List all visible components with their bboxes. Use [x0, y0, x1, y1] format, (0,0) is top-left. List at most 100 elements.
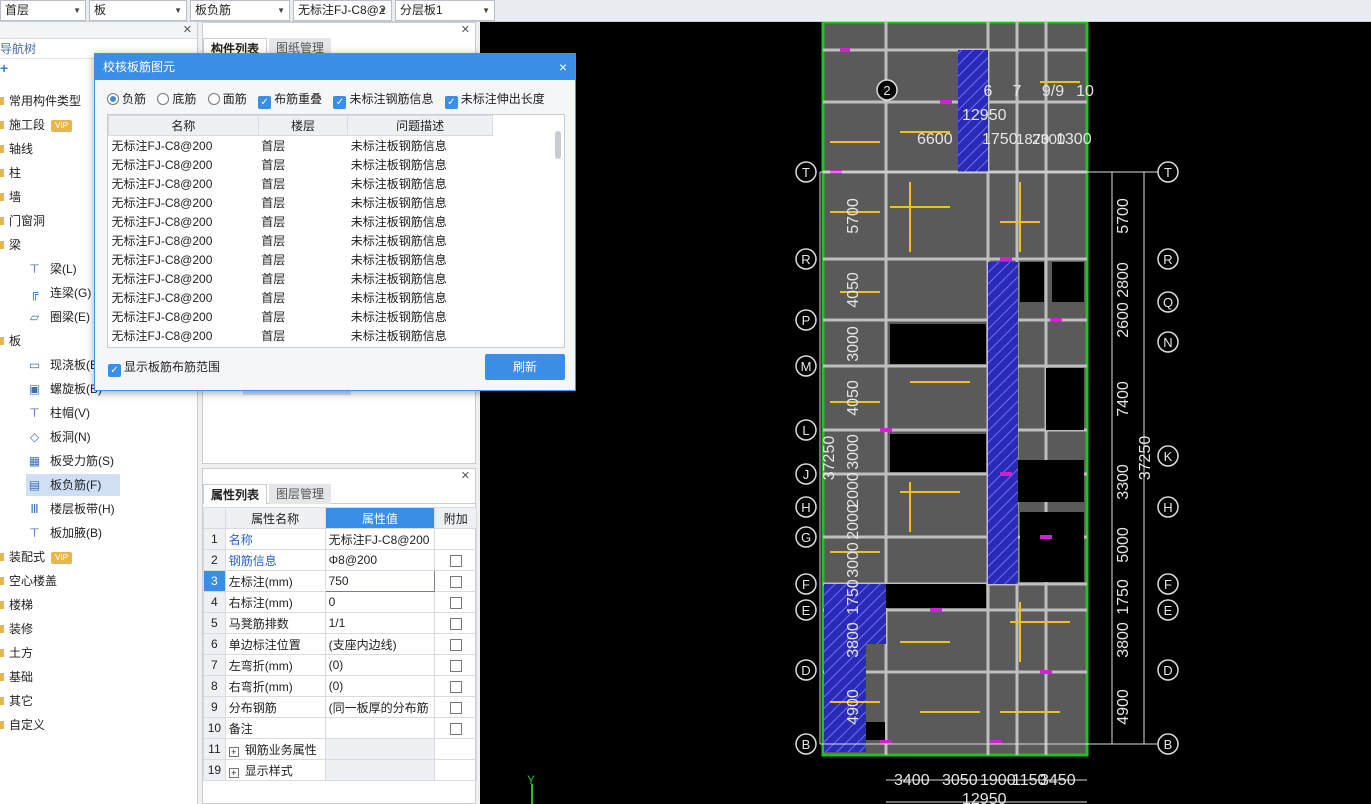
slab-haunch-icon: ⊤	[29, 526, 40, 540]
refresh-button[interactable]: 刷新	[485, 354, 565, 380]
nav-sub-beam[interactable]: ⊤ 梁(L)	[26, 258, 76, 280]
property-group-display-style[interactable]: + 显示样式	[224, 759, 326, 781]
cell-floor: 首层	[261, 328, 286, 343]
extra-checkbox[interactable]	[449, 617, 462, 630]
nav-item-stairs[interactable]: 楼梯	[0, 594, 33, 616]
table-row[interactable]: 无标注FJ-C8@200 首层 未标注板钢筋信息	[109, 136, 493, 155]
extra-checkbox[interactable]	[449, 680, 462, 693]
checkbox-label: 布筋重叠	[274, 92, 323, 106]
property-value	[324, 759, 436, 781]
check-show-rebar-range[interactable]: ✓ 显示板筋布筋范围	[108, 359, 220, 377]
nav-sub-floor-slab-strip[interactable]: Ⅲ 楼层板带(H)	[26, 498, 114, 520]
nav-item-custom[interactable]: 自定义	[0, 714, 45, 736]
type-select[interactable]: 板负筋 ▼	[190, 0, 290, 21]
floor-select[interactable]: 首层 ▼	[0, 0, 86, 21]
close-icon[interactable]: ✕	[183, 23, 192, 36]
expand-icon[interactable]: +	[228, 746, 239, 757]
table-row[interactable]: 无标注FJ-C8@200 首层 未标注板钢筋信息	[109, 231, 493, 250]
property-value[interactable]: (0)	[324, 675, 436, 697]
cell-issue: 未标注板钢筋信息	[350, 157, 447, 172]
extra-checkbox[interactable]	[449, 701, 462, 714]
filter-options: 负筋 底筋 面筋 ✓ 布筋重叠 ✓ 未标注钢筋信息 ✓ 未标注伸出长度	[107, 90, 553, 109]
nav-sub-slab-negative-rebar[interactable]: ▤ 板负筋(F)	[26, 474, 120, 496]
extra-checkbox[interactable]	[449, 722, 462, 735]
radio-top-rebar[interactable]: 面筋	[207, 90, 247, 108]
dimension-label: 3400	[894, 772, 930, 789]
expand-icon[interactable]: +	[228, 767, 239, 778]
row-number: 9	[203, 696, 226, 718]
extra-checkbox[interactable]	[449, 575, 462, 588]
property-value[interactable]: (0)	[324, 654, 436, 676]
property-value[interactable]: Φ8@200	[324, 549, 436, 571]
issue-list[interactable]: 名称 楼层 问题描述 无标注FJ-C8@200 首层 未标注板钢筋信息 无标注FJ-…	[107, 114, 565, 348]
nav-item-beam[interactable]: 梁	[0, 234, 21, 256]
close-icon[interactable]: ×	[559, 54, 567, 80]
check-rebar-overlap[interactable]: ✓ 布筋重叠	[258, 90, 322, 109]
tab-layer-management[interactable]: 图层管理	[269, 484, 332, 504]
close-icon[interactable]: ✕	[461, 469, 470, 482]
nav-item-earthwork[interactable]: 土方	[0, 642, 33, 664]
list-scrollbar[interactable]	[555, 131, 561, 159]
close-icon[interactable]: ✕	[461, 23, 470, 36]
nav-item-column[interactable]: 柱	[0, 162, 21, 184]
tab-property-list[interactable]: 属性列表	[203, 484, 268, 504]
dimension-label: 2000	[845, 504, 862, 540]
nav-sub-spiral-slab[interactable]: ▣ 螺旋板(B)	[26, 378, 102, 400]
layer-select[interactable]: 分层板1 ▼	[395, 0, 495, 21]
folder-icon	[0, 697, 4, 705]
nav-sub-column-cap[interactable]: ⊤ 柱帽(V)	[26, 402, 90, 424]
extra-checkbox[interactable]	[449, 638, 462, 651]
nav-item-door-window[interactable]: 门窗洞	[0, 210, 45, 232]
component-select[interactable]: 无标注FJ-C8@2 ▼	[293, 0, 392, 21]
nav-sub-ring-beam[interactable]: ▱ 圈梁(E)	[26, 306, 90, 328]
nav-item-slab[interactable]: 板	[0, 330, 21, 352]
row-number: 5	[203, 612, 226, 634]
property-value[interactable]: 0	[324, 591, 436, 613]
radio-bottom-rebar[interactable]: 底筋	[157, 90, 196, 108]
row-number: 11	[203, 738, 226, 760]
property-value[interactable]: (同一板厚的分布筋	[324, 696, 436, 718]
table-row[interactable]: 无标注FJ-C8@200 首层 未标注板钢筋信息	[109, 212, 493, 231]
radio-negative-rebar[interactable]: 负筋	[107, 90, 146, 108]
table-row[interactable]: 无标注FJ-C8@200 首层 未标注板钢筋信息	[109, 174, 493, 193]
nav-sub-cast-slab[interactable]: ▭ 现浇板(B)	[26, 354, 102, 376]
nav-item-common[interactable]: 常用构件类型	[0, 90, 81, 112]
extra-checkbox[interactable]	[449, 659, 462, 672]
nav-item-wall[interactable]: 墙	[0, 186, 21, 208]
nav-sub-slab-hole[interactable]: ◇ 板洞(N)	[26, 426, 91, 448]
extra-checkbox[interactable]	[449, 554, 462, 567]
table-row[interactable]: 无标注FJ-C8@200 首层 未标注板钢筋信息	[109, 250, 493, 269]
category-select[interactable]: 板 ▼	[89, 0, 187, 21]
property-value[interactable]: (支座内边线)	[324, 633, 436, 655]
table-row[interactable]: 无标注FJ-C8@200 首层 未标注板钢筋信息	[109, 269, 493, 288]
table-row[interactable]: 无标注FJ-C8@200 首层 未标注板钢筋信息	[109, 155, 493, 174]
table-row[interactable]: 无标注FJ-C8@200 首层 未标注板钢筋信息	[109, 326, 493, 345]
nav-item-prefab[interactable]: 装配式 VIP	[0, 546, 72, 568]
table-row[interactable]: 无标注FJ-C8@200 首层 未标注板钢筋信息	[109, 307, 493, 326]
property-value-input[interactable]: 750	[324, 570, 436, 592]
table-row[interactable]: 无标注FJ-C8@200 首层 未标注板钢筋信息	[109, 288, 493, 307]
nav-sub-slab-main-rebar[interactable]: ▦ 板受力筋(S)	[26, 450, 114, 472]
nav-item-other[interactable]: 其它	[0, 690, 33, 712]
property-value[interactable]: 无标注FJ-C8@200	[324, 528, 436, 550]
nav-sub-coupling-beam[interactable]: ╔ 连梁(G)	[26, 282, 91, 304]
check-unlabeled-extension-length[interactable]: ✓ 未标注伸出长度	[444, 90, 545, 109]
nav-item-construction-stage[interactable]: 施工段 VIP	[0, 114, 72, 136]
property-value[interactable]	[324, 717, 436, 739]
nav-item-foundation[interactable]: 基础	[0, 666, 33, 688]
nav-item-hollow-floor[interactable]: 空心楼盖	[0, 570, 57, 592]
nav-sub-slab-haunch[interactable]: ⊤ 板加腋(B)	[26, 522, 102, 544]
property-group-rebar-business[interactable]: + 钢筋业务属性	[224, 738, 326, 760]
property-value[interactable]: 1/1	[324, 612, 436, 634]
cad-drawing-canvas[interactable]: T R P M L J H G F E D B T R Q N K H F E …	[480, 22, 1371, 804]
nav-item-decoration[interactable]: 装修	[0, 618, 33, 640]
nav-item-axis[interactable]: 轴线	[0, 138, 33, 160]
nav-item-label: 自定义	[9, 718, 46, 732]
check-unlabeled-rebar-info[interactable]: ✓ 未标注钢筋信息	[333, 90, 433, 109]
table-row[interactable]: 无标注FJ-C8@200 首层 未标注板钢筋信息	[109, 193, 493, 212]
cell-floor: 首层	[261, 309, 286, 324]
chevron-down-icon: ▼	[174, 6, 182, 15]
property-name: 右弯折(mm)	[224, 675, 326, 697]
header-index	[203, 507, 226, 529]
extra-checkbox[interactable]	[449, 596, 462, 609]
